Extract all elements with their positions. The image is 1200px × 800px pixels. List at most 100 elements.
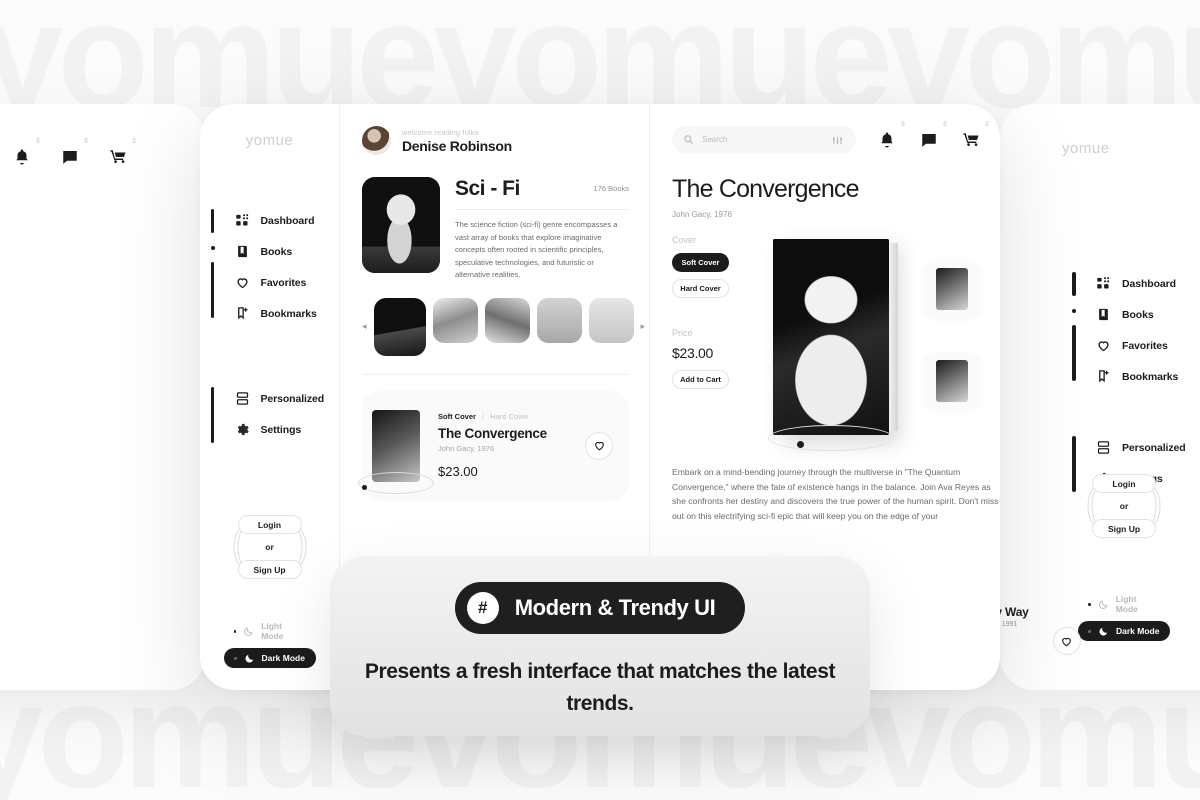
bg-right-label-dashboard: Dashboard — [1122, 277, 1176, 290]
dark-mode-option[interactable]: Dark Mode — [223, 648, 316, 668]
caption-card: # Modern & Trendy UI Presents a fresh in… — [330, 556, 870, 736]
filter-icon[interactable] — [832, 133, 845, 146]
genre-description: The science fiction (sci-fi) genre encom… — [455, 220, 618, 280]
sidebar-item-personalized[interactable]: Personalized — [235, 383, 329, 414]
carousel-prev-arrow[interactable]: ◂ — [362, 321, 367, 332]
cart-icon[interactable]: 2 — [962, 121, 989, 149]
cover-option-hard[interactable]: Hard Cover — [672, 279, 729, 298]
active-rail-dashboard — [210, 209, 214, 233]
moon-icon — [244, 626, 254, 636]
bg-right-book-author: James Makarov, 1991 — [1000, 620, 1018, 628]
sidebar-label-dashboard: Dashboard — [260, 214, 315, 227]
sidebar-item-books[interactable]: Books — [235, 236, 329, 267]
bg-right-label-personalized: Personalized — [1122, 441, 1186, 454]
sidebar-label-settings: Settings — [260, 423, 302, 436]
bell-icon[interactable]: 6 — [13, 138, 40, 166]
active-rail-secondary — [210, 387, 214, 443]
carousel-item-2[interactable] — [432, 297, 478, 343]
sidebar-label-personalized: Personalized — [260, 392, 325, 405]
cover-label: Cover — [672, 235, 697, 245]
bg-right-signup-button[interactable]: Sign Up — [1092, 519, 1156, 538]
detail-thumbnail-list — [918, 235, 980, 435]
bg-right-sidebar-item-personalized[interactable]: Personalized — [1096, 432, 1200, 463]
featured-book-title: The Convergence — [438, 426, 547, 442]
avatar[interactable] — [362, 126, 391, 155]
message-icon[interactable]: 8 — [920, 121, 947, 149]
sidebar-label-favorites: Favorites — [260, 276, 307, 289]
bookmark-add-icon — [235, 306, 250, 321]
bg-left-header-icons: 6 8 2 — [13, 138, 136, 166]
bg-right-book-title: The Milky Way — [1000, 604, 1029, 619]
genre-carousel: ◂ ▸ — [362, 297, 645, 356]
featured-orbit-decoration — [358, 471, 434, 494]
book-icon — [1096, 307, 1111, 322]
featured-favorite-button[interactable] — [585, 431, 613, 460]
featured-tag-soft[interactable]: Soft Cover — [438, 412, 476, 421]
dark-mode-label: Dark Mode — [261, 653, 305, 663]
carousel-item-5[interactable] — [588, 297, 634, 343]
sidebar-item-favorites[interactable]: Favorites — [235, 267, 329, 298]
bg-right-auth-or: or — [1119, 501, 1129, 511]
caption-tag-label: Modern & Trendy UI — [514, 595, 716, 620]
genre-book-count: 176 Books — [593, 184, 629, 193]
user-name: Denise Robinson — [402, 137, 512, 154]
carousel-next-arrow[interactable]: ▸ — [641, 321, 646, 332]
message-icon[interactable]: 8 — [61, 138, 88, 166]
book-icon — [235, 244, 250, 259]
dashboard-icon — [1096, 276, 1111, 291]
layout-rows-icon — [235, 391, 250, 406]
bg-left-book-row: The Milky Way James Makarov, 1991 $25.00 — [0, 594, 125, 662]
featured-tag-hard[interactable]: Hard Cover — [490, 412, 528, 421]
brand-logo: yomue — [245, 132, 294, 149]
detail-thumbnail-1[interactable] — [924, 261, 980, 317]
sidebar-item-bookmarks[interactable]: Bookmarks — [235, 298, 329, 329]
gear-icon — [235, 422, 250, 437]
hash-icon: # — [466, 592, 499, 624]
bg-right-label-favorites: Favorites — [1122, 339, 1168, 352]
featured-book-cover — [358, 409, 434, 494]
bell-icon[interactable]: 6 — [878, 121, 905, 149]
top-bar: Search 6 8 2 — [672, 121, 989, 153]
bell-badge: 6 — [36, 138, 40, 145]
sidebar: yomue Dashboard Books Favorites Bookmark… — [200, 104, 340, 690]
center-divider — [362, 373, 629, 375]
detail-thumbnail-2[interactable] — [924, 353, 980, 409]
cover-option-soft[interactable]: Soft Cover — [672, 253, 729, 272]
detail-author: John Gacy, 1976 — [672, 210, 732, 219]
carousel-item-1[interactable] — [373, 297, 426, 356]
cover-options: Soft Cover Hard Cover — [672, 253, 744, 298]
bg-right-label-books: Books — [1122, 308, 1154, 321]
add-to-cart-button[interactable]: Add to Cart — [672, 370, 729, 389]
featured-tag-separator: / — [482, 412, 485, 422]
bg-right-book-price: $25.00 — [1000, 638, 1029, 652]
carousel-item-3[interactable] — [484, 297, 530, 343]
bg-right-sidebar-item-bookmarks[interactable]: Bookmarks — [1096, 361, 1200, 392]
background-panel-left: 6 8 2 ence ough the multiverse in e fate… — [0, 104, 205, 690]
bg-right-sidebar-item-favorites[interactable]: Favorites — [1096, 330, 1200, 361]
bg-right-sidebar-item-dashboard[interactable]: Dashboard — [1096, 268, 1200, 299]
featured-book-card[interactable]: Soft Cover / Hard Cover The Convergence … — [358, 390, 629, 501]
detail-book-cover[interactable] — [773, 239, 898, 435]
genre-title: Sci - Fi — [455, 177, 520, 200]
search-input[interactable]: Search — [672, 126, 856, 153]
carousel-item-4[interactable] — [536, 297, 582, 343]
sidebar-item-settings[interactable]: Settings — [235, 414, 329, 445]
heart-icon — [235, 275, 250, 290]
login-button[interactable]: Login — [237, 515, 302, 534]
bg-right-label-bookmarks: Bookmarks — [1122, 370, 1179, 383]
cart-icon[interactable]: 2 — [109, 138, 136, 166]
bg-right-sidebar-item-books[interactable]: Books — [1096, 299, 1200, 330]
genre-divider — [455, 209, 629, 210]
welcome-text: welcome reading folks — [402, 127, 479, 137]
bg-right-favorite-button[interactable] — [1052, 627, 1081, 655]
message-badge: 8 — [943, 120, 947, 128]
sidebar-item-dashboard[interactable]: Dashboard — [235, 205, 329, 236]
signup-button[interactable]: Sign Up — [237, 560, 302, 579]
heart-outline-icon — [594, 442, 604, 451]
caption-tag-pill: # Modern & Trendy UI — [454, 582, 746, 634]
bg-right-login-button[interactable]: Login — [1092, 474, 1156, 493]
light-mode-option[interactable]: Light Mode — [224, 621, 316, 641]
orbit-decoration — [768, 425, 894, 451]
price-label: Price — [672, 328, 693, 338]
price-value: $23.00 — [672, 345, 714, 361]
